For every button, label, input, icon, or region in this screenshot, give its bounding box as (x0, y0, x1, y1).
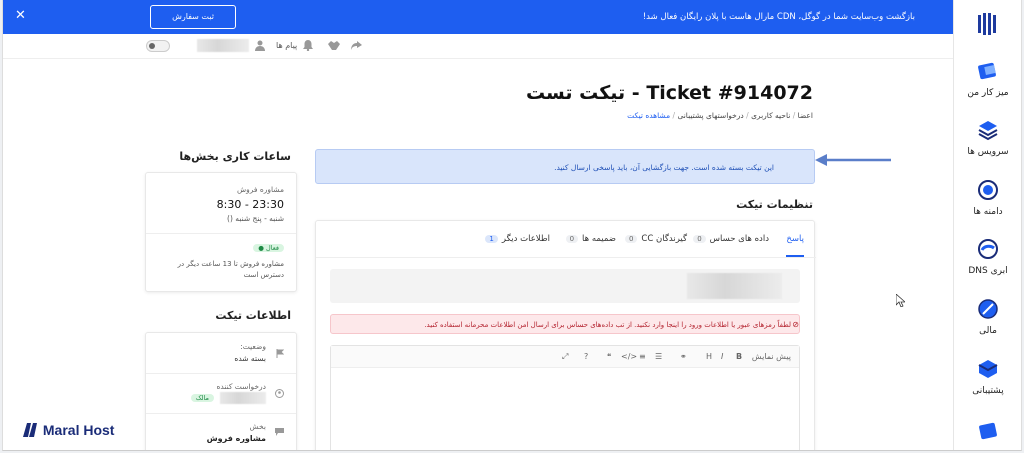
owner-badge: مالک (190, 393, 214, 403)
code-icon[interactable]: </> (621, 352, 637, 361)
reply-card: پاسخ داده های حساس0 گیرندگان CC0 ضمیمه ه… (315, 220, 816, 450)
cloud-dns-icon (978, 239, 998, 259)
page-title: Ticket #914072 - تیکت تست (525, 82, 813, 104)
list-ol-icon[interactable]: ≡ (639, 352, 646, 361)
closed-ticket-alert: این تیکت بسته شده است. جهت بازگشایی آن، … (315, 149, 815, 184)
messages-label[interactable]: پیام ها (276, 41, 297, 50)
breadcrumb-current: مشاهده تیکت (627, 111, 671, 120)
order-button[interactable]: ثبت سفارش (150, 5, 236, 29)
status-badge: فعال ● (253, 243, 284, 253)
user-circle-icon (275, 389, 284, 398)
hours-note: مشاوره فروش تا 13 ساعت دیگر در دسترس است (177, 260, 284, 279)
hours-time: 8:30 - 23:30 (216, 198, 284, 211)
support-icon (978, 360, 998, 378)
share-icon[interactable] (351, 41, 362, 50)
handshake-icon[interactable] (328, 41, 340, 50)
theme-toggle[interactable] (146, 40, 170, 52)
warning-text: لطفاً رمزهای عبور یا اطلاعات ورود را این… (424, 321, 791, 329)
top-bar: پیام ها (3, 34, 955, 59)
tab-attachments[interactable]: ضمیمه ها0 (565, 234, 616, 244)
link-icon[interactable]: ⚭ (680, 352, 687, 361)
card-icon (979, 422, 997, 440)
sidebar-item-desk[interactable]: میز کار من (954, 60, 1021, 98)
sidebar-item-services[interactable]: سرویس ها (954, 119, 1021, 157)
heading-icon[interactable]: H (706, 352, 712, 361)
flag-icon (276, 349, 284, 358)
fullscreen-icon[interactable]: ⤢ (562, 352, 568, 362)
promo-banner: ✕ ثبت سفارش بازگشت وب‌سایت شما در گوگل، … (3, 0, 955, 34)
tab-cc[interactable]: گیرندگان CC0 (624, 234, 687, 244)
requester-label: درخواست کننده (216, 382, 266, 391)
recipient-field[interactable] (330, 269, 800, 303)
desk-icon (978, 62, 996, 80)
info-heading: اطلاعات تیکت (215, 309, 291, 322)
quote-icon[interactable]: ❝ (607, 352, 611, 361)
sidebar-item-dns[interactable]: DNS ابری (954, 238, 1021, 276)
dept-label: بخش (249, 422, 267, 431)
editor-toolbar: پیش نمایش B I H ⚭ ☰ ≡ </> ❝ ? ⤢ (331, 346, 799, 368)
ticket-info-card: وضعیت: بسته شده درخواست کننده مالک بخش م… (145, 332, 297, 450)
redacted-info (687, 273, 782, 299)
app-logo-icon[interactable] (976, 12, 1000, 36)
list-ul-icon[interactable]: ☰ (655, 352, 662, 361)
italic-icon[interactable]: I (721, 352, 723, 361)
ban-icon: ⊘ (792, 320, 799, 329)
breadcrumb-item[interactable]: اعضا (798, 111, 813, 120)
hours-days: شنبه - پنج شنبه () (227, 214, 284, 223)
hours-heading: ساعات کاری بخش‌ها (179, 150, 291, 163)
layers-icon (978, 121, 998, 141)
sidebar: میز کار من سرویس ها دامنه ها DNS ابری ما… (953, 0, 1021, 450)
tab-other-info[interactable]: اطلاعات دیگر1 (485, 234, 550, 244)
sidebar-item-support[interactable]: پشتیبانی (954, 358, 1021, 396)
hours-card: مشاوره فروش 8:30 - 23:30 شنبه - پنج شنبه… (145, 172, 297, 292)
mouse-cursor-icon (896, 294, 905, 307)
preview-button[interactable]: پیش نمایش (752, 352, 791, 361)
message-editor[interactable]: پیش نمایش B I H ⚭ ☰ ≡ </> ❝ ? ⤢ (330, 345, 800, 450)
requester-name (220, 392, 266, 404)
tab-sensitive-data[interactable]: داده های حساس0 (693, 234, 769, 244)
sidebar-item-domains[interactable]: دامنه ها (954, 179, 1021, 217)
bold-icon[interactable]: B (736, 352, 742, 361)
sidebar-item-finance[interactable]: مالی (954, 298, 1021, 336)
chat-icon (275, 428, 284, 436)
brand-logo: Maral Host (23, 422, 114, 438)
status-label: وضعیت: (240, 342, 266, 351)
help-icon[interactable]: ? (584, 352, 588, 361)
app-window: ✕ ثبت سفارش بازگشت وب‌سایت شما در گوگل، … (2, 0, 1022, 451)
bell-icon[interactable] (303, 40, 313, 51)
finance-icon (978, 299, 998, 319)
tab-reply[interactable]: پاسخ (786, 234, 804, 244)
hours-dept: مشاوره فروش (236, 185, 284, 194)
user-name[interactable] (197, 39, 249, 52)
close-icon[interactable]: ✕ (15, 8, 26, 23)
breadcrumb-item[interactable]: درخواستهای پشتیبانی (677, 111, 743, 120)
dept-value: مشاوره فروش (206, 434, 266, 443)
settings-heading: تنظیمات تیکت (736, 198, 813, 211)
breadcrumb: اعضا / ناحیه کاربری / درخواستهای پشتیبان… (627, 111, 813, 120)
arrow-annotation-icon (815, 154, 891, 166)
sidebar-item-more[interactable] (954, 420, 1021, 448)
security-warning: لطفاً رمزهای عبور یا اطلاعات ورود را این… (330, 314, 800, 334)
status-value: بسته شده (234, 354, 266, 363)
globe-icon (978, 180, 998, 200)
breadcrumb-item[interactable]: ناحیه کاربری (751, 111, 790, 120)
user-icon[interactable] (255, 40, 265, 51)
alert-text: این تیکت بسته شده است. جهت بازگشایی آن، … (554, 163, 774, 172)
banner-message: بازگشت وب‌سایت شما در گوگل، CDN مارال ها… (642, 12, 915, 22)
